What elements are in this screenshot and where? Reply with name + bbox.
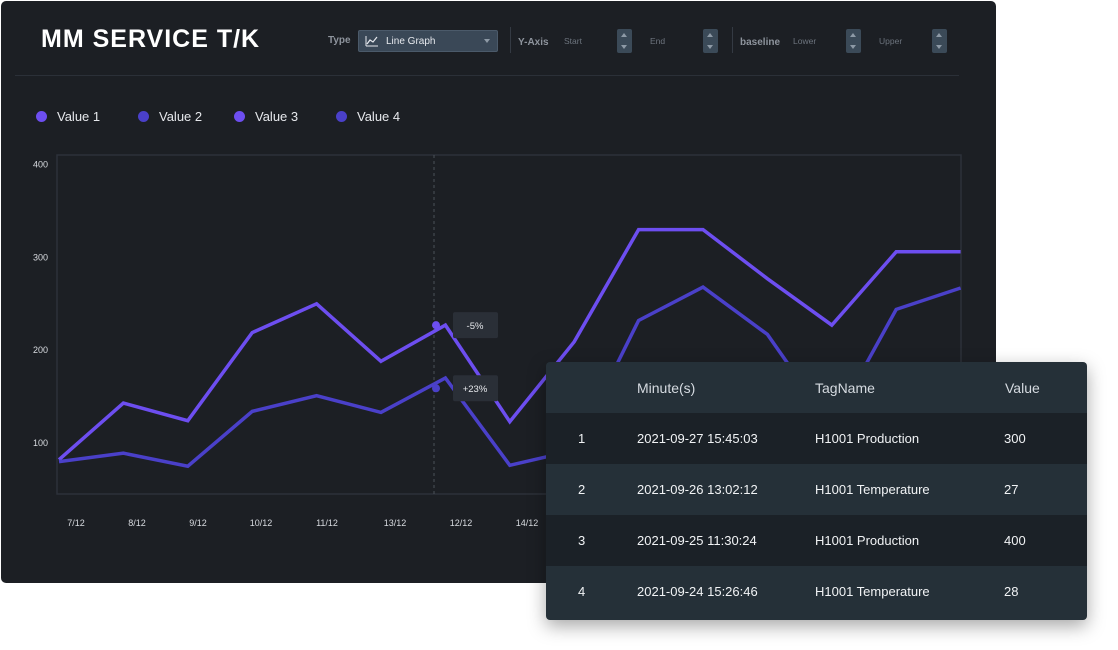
column-header-minutes[interactable]: Minute(s) — [637, 362, 695, 413]
row-value: 28 — [1004, 584, 1019, 599]
y-tick-label: 100 — [33, 438, 48, 448]
x-tick-label: 14/12 — [516, 518, 539, 528]
x-tick-label: 11/12 — [316, 518, 338, 528]
x-tick-label: 9/12 — [189, 518, 207, 528]
row-minutes: 2021-09-25 11:30:24 — [637, 533, 757, 548]
marker-point — [432, 321, 440, 330]
annotation-label: +23% — [463, 384, 488, 395]
table-header: Minute(s) TagName Value — [546, 362, 1087, 413]
data-table: Minute(s) TagName Value 1 2021-09-27 15:4… — [546, 362, 1087, 620]
row-index: 2 — [578, 482, 586, 497]
row-tagname: H1001 Temperature — [815, 482, 930, 497]
row-minutes: 2021-09-27 15:45:03 — [637, 431, 758, 446]
y-tick-label: 400 — [33, 160, 48, 170]
table-row[interactable]: 1 2021-09-27 15:45:03 H1001 Production 300 — [546, 413, 1087, 464]
table-row[interactable]: 3 2021-09-25 11:30:24 H1001 Production 400 — [546, 515, 1087, 566]
x-tick-label: 7/12 — [67, 518, 85, 528]
marker-point — [432, 384, 440, 393]
row-value: 300 — [1004, 431, 1026, 446]
annotation-label: -5% — [467, 321, 484, 332]
row-minutes: 2021-09-24 15:26:46 — [637, 584, 758, 599]
column-header-value[interactable]: Value — [1005, 362, 1040, 413]
column-header-tagname[interactable]: TagName — [815, 362, 875, 413]
x-tick-label: 10/12 — [250, 518, 273, 528]
row-index: 1 — [578, 431, 586, 446]
row-value: 400 — [1004, 533, 1026, 548]
row-index: 3 — [578, 533, 586, 548]
x-tick-label: 8/12 — [128, 518, 146, 528]
y-tick-label: 300 — [33, 252, 48, 262]
y-tick-label: 200 — [33, 345, 48, 355]
row-tagname: H1001 Production — [815, 431, 920, 446]
row-tagname: H1001 Temperature — [815, 584, 930, 599]
x-tick-label: 12/12 — [450, 518, 473, 528]
row-tagname: H1001 Production — [815, 533, 920, 548]
row-index: 4 — [578, 584, 586, 599]
row-value: 27 — [1004, 482, 1019, 497]
x-tick-label: 13/12 — [384, 518, 407, 528]
row-minutes: 2021-09-26 13:02:12 — [637, 482, 758, 497]
table-row[interactable]: 4 2021-09-24 15:26:46 H1001 Temperature 28 — [546, 566, 1087, 617]
table-row[interactable]: 2 2021-09-26 13:02:12 H1001 Temperature 27 — [546, 464, 1087, 515]
